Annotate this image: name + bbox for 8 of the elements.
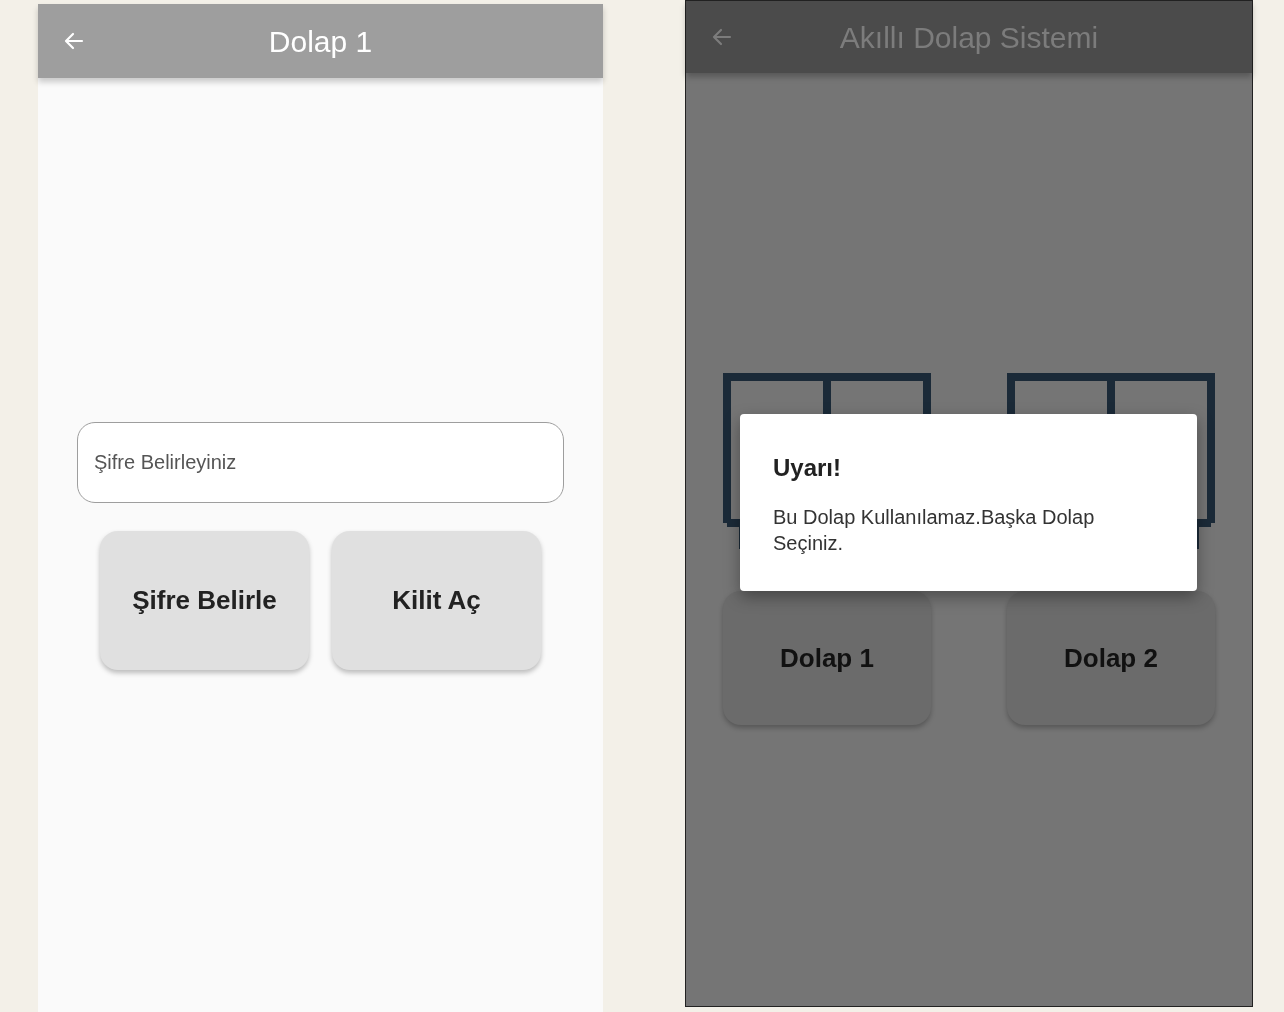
password-field[interactable]: Şifre Belirleyiniz (77, 422, 564, 503)
dialog-title: Uyarı! (773, 453, 843, 483)
action-button[interactable]: Kilit Aç (332, 531, 541, 670)
action-button[interactable]: Şifre Belirle (100, 531, 309, 670)
locker-button[interactable]: Dolap 1 (723, 591, 931, 725)
dialog-message: Bu Dolap Kullanılamaz.Başka Dolap Seçiniz. (773, 505, 1096, 556)
locker-button[interactable]: Dolap 2 (1007, 591, 1215, 725)
app-bar-title: Dolap 1 (268, 23, 373, 60)
